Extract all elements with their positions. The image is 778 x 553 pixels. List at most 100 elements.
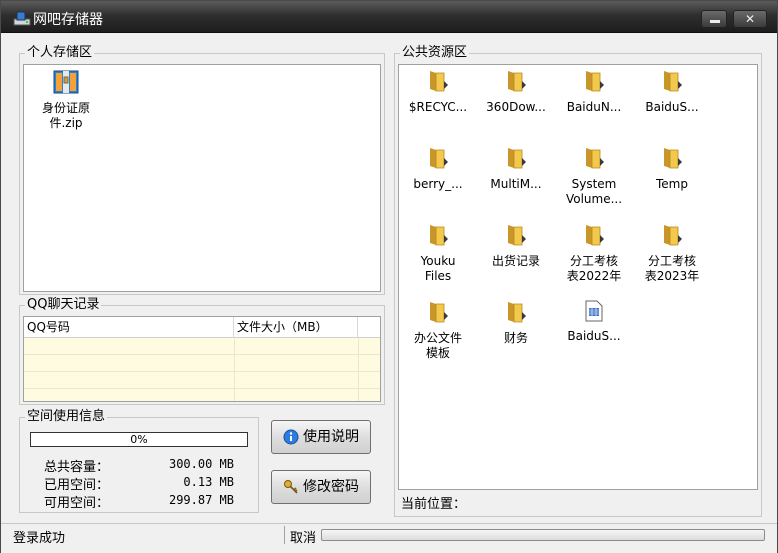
total-capacity-value: 300.00 MB xyxy=(168,457,234,471)
qq-records-table[interactable]: QQ号码 文件大小（MB） xyxy=(23,316,381,402)
used-space-value: 0.13 MB xyxy=(183,475,234,489)
folder-icon xyxy=(508,302,526,323)
item-name-line2: Volume... xyxy=(565,192,623,206)
item-name-line1: BaiduN... xyxy=(566,100,622,114)
public-folder-item[interactable]: 出货记录 xyxy=(477,223,555,269)
space-usage-group: 空间使用信息 0% 总共容量： 300.00 MB 已用空间： 0.13 MB … xyxy=(19,409,259,513)
folder-icon xyxy=(586,148,604,169)
table-row xyxy=(24,355,380,372)
folder-icon xyxy=(664,71,682,92)
column-header-file-size[interactable]: 文件大小（MB） xyxy=(234,317,358,338)
column-divider xyxy=(234,338,235,401)
current-location-label: 当前位置： xyxy=(401,497,467,512)
zip-archive-icon xyxy=(53,70,79,94)
folder-icon xyxy=(430,148,448,169)
free-space-value: 299.87 MB xyxy=(168,493,234,507)
help-button-label: 使用说明 xyxy=(303,429,359,445)
folder-icon xyxy=(664,225,682,246)
transfer-progress-bar xyxy=(321,529,765,541)
item-name-line1: 分工考核 xyxy=(647,254,696,268)
public-folder-item[interactable]: BaiduS... xyxy=(633,69,711,115)
item-name-line1: 出货记录 xyxy=(491,254,540,268)
total-capacity-label: 总共容量： xyxy=(44,460,110,475)
item-name-line1: BaiduS... xyxy=(567,329,621,343)
status-bar: 登录成功 取消 xyxy=(1,523,777,553)
column-divider xyxy=(358,338,359,401)
free-space-label: 可用空间： xyxy=(44,496,110,511)
personal-storage-legend: 个人存储区 xyxy=(25,45,95,61)
file-name-line1: 身份证原 xyxy=(41,101,90,115)
item-name-line2: Files xyxy=(424,269,452,283)
column-header-qq-number[interactable]: QQ号码 xyxy=(24,317,234,338)
window-title: 网吧存储器 xyxy=(33,12,103,28)
document-icon xyxy=(585,300,603,322)
public-folder-item[interactable]: 办公文件 模板 xyxy=(399,300,477,361)
public-folder-item[interactable]: berry_... xyxy=(399,146,477,192)
item-name-line1: MultiM... xyxy=(490,177,542,191)
public-file-item[interactable]: BaiduS... xyxy=(555,300,633,344)
app-icon xyxy=(13,11,31,26)
folder-icon xyxy=(664,148,682,169)
public-folder-item[interactable]: MultiM... xyxy=(477,146,555,192)
public-folder-item[interactable]: 360Dow... xyxy=(477,69,555,115)
folder-icon xyxy=(508,71,526,92)
public-folder-item[interactable]: 分工考核 表2023年 xyxy=(633,223,711,284)
minimize-button[interactable] xyxy=(701,10,727,28)
info-icon xyxy=(283,429,299,445)
status-separator xyxy=(284,526,285,544)
personal-file-item[interactable]: 身份证原 件.zip xyxy=(26,69,106,131)
item-name-line1: System xyxy=(571,177,617,191)
personal-file-list[interactable]: 身份证原 件.zip xyxy=(23,64,381,292)
used-space-label: 已用空间： xyxy=(44,478,110,493)
item-name-line1: BaiduS... xyxy=(645,100,699,114)
item-name-line2: 模板 xyxy=(425,346,450,360)
folder-icon xyxy=(430,225,448,246)
public-folder-item[interactable]: System Volume... xyxy=(555,146,633,207)
table-row xyxy=(24,338,380,355)
item-name-line1: berry_... xyxy=(413,177,463,191)
qq-records-group: QQ聊天记录 QQ号码 文件大小（MB） xyxy=(19,297,385,405)
public-folder-item[interactable]: 财务 xyxy=(477,300,555,346)
file-name-line2: 件.zip xyxy=(49,116,83,130)
qq-table-header: QQ号码 文件大小（MB） xyxy=(24,317,380,338)
item-name-line2: 表2022年 xyxy=(566,269,622,283)
usage-progress-bar: 0% xyxy=(30,432,248,447)
public-resources-group: 公共资源区 $RECYC... 360Dow... BaiduN... BaiduS.… xyxy=(394,45,762,517)
folder-icon xyxy=(586,71,604,92)
folder-icon xyxy=(430,71,448,92)
item-name-line1: 办公文件 xyxy=(413,331,462,345)
item-name-line1: 分工考核 xyxy=(569,254,618,268)
help-button[interactable]: 使用说明 xyxy=(271,420,371,454)
key-icon xyxy=(284,480,298,494)
public-resources-legend: 公共资源区 xyxy=(400,45,470,61)
item-name-line1: 财务 xyxy=(503,331,528,345)
table-row xyxy=(24,372,380,389)
space-usage-legend: 空间使用信息 xyxy=(25,409,108,425)
main-window: 网吧存储器 ✕ 个人存储区 身份证原 件.zip QQ聊天记录 QQ号码 文件大… xyxy=(0,0,778,553)
folder-icon xyxy=(508,148,526,169)
public-folder-item[interactable]: BaiduN... xyxy=(555,69,633,115)
qq-records-legend: QQ聊天记录 xyxy=(25,297,102,313)
folder-icon xyxy=(586,225,604,246)
title-bar[interactable]: 网吧存储器 ✕ xyxy=(1,1,777,33)
public-folder-item[interactable]: Temp xyxy=(633,146,711,192)
item-name-line1: Youku xyxy=(420,254,456,268)
public-folder-item[interactable]: Youku Files xyxy=(399,223,477,284)
change-password-button[interactable]: 修改密码 xyxy=(271,470,371,504)
cancel-link[interactable]: 取消 xyxy=(290,527,316,546)
public-folder-item[interactable]: $RECYC... xyxy=(399,69,477,115)
usage-percent: 0% xyxy=(130,433,148,446)
item-name-line1: Temp xyxy=(656,177,688,191)
public-file-list[interactable]: $RECYC... 360Dow... BaiduN... BaiduS... berr… xyxy=(398,64,758,490)
close-button[interactable]: ✕ xyxy=(733,10,767,28)
status-message: 登录成功 xyxy=(13,531,66,546)
close-icon: ✕ xyxy=(744,12,756,26)
public-folder-item[interactable]: 分工考核 表2022年 xyxy=(555,223,633,284)
item-name-line2: 表2023年 xyxy=(644,269,700,283)
folder-icon xyxy=(430,302,448,323)
item-name-line1: 360Dow... xyxy=(486,100,546,114)
change-password-label: 修改密码 xyxy=(303,479,359,495)
personal-storage-group: 个人存储区 身份证原 件.zip xyxy=(19,45,385,295)
folder-icon xyxy=(508,225,526,246)
item-name-line1: $RECYC... xyxy=(408,100,468,114)
